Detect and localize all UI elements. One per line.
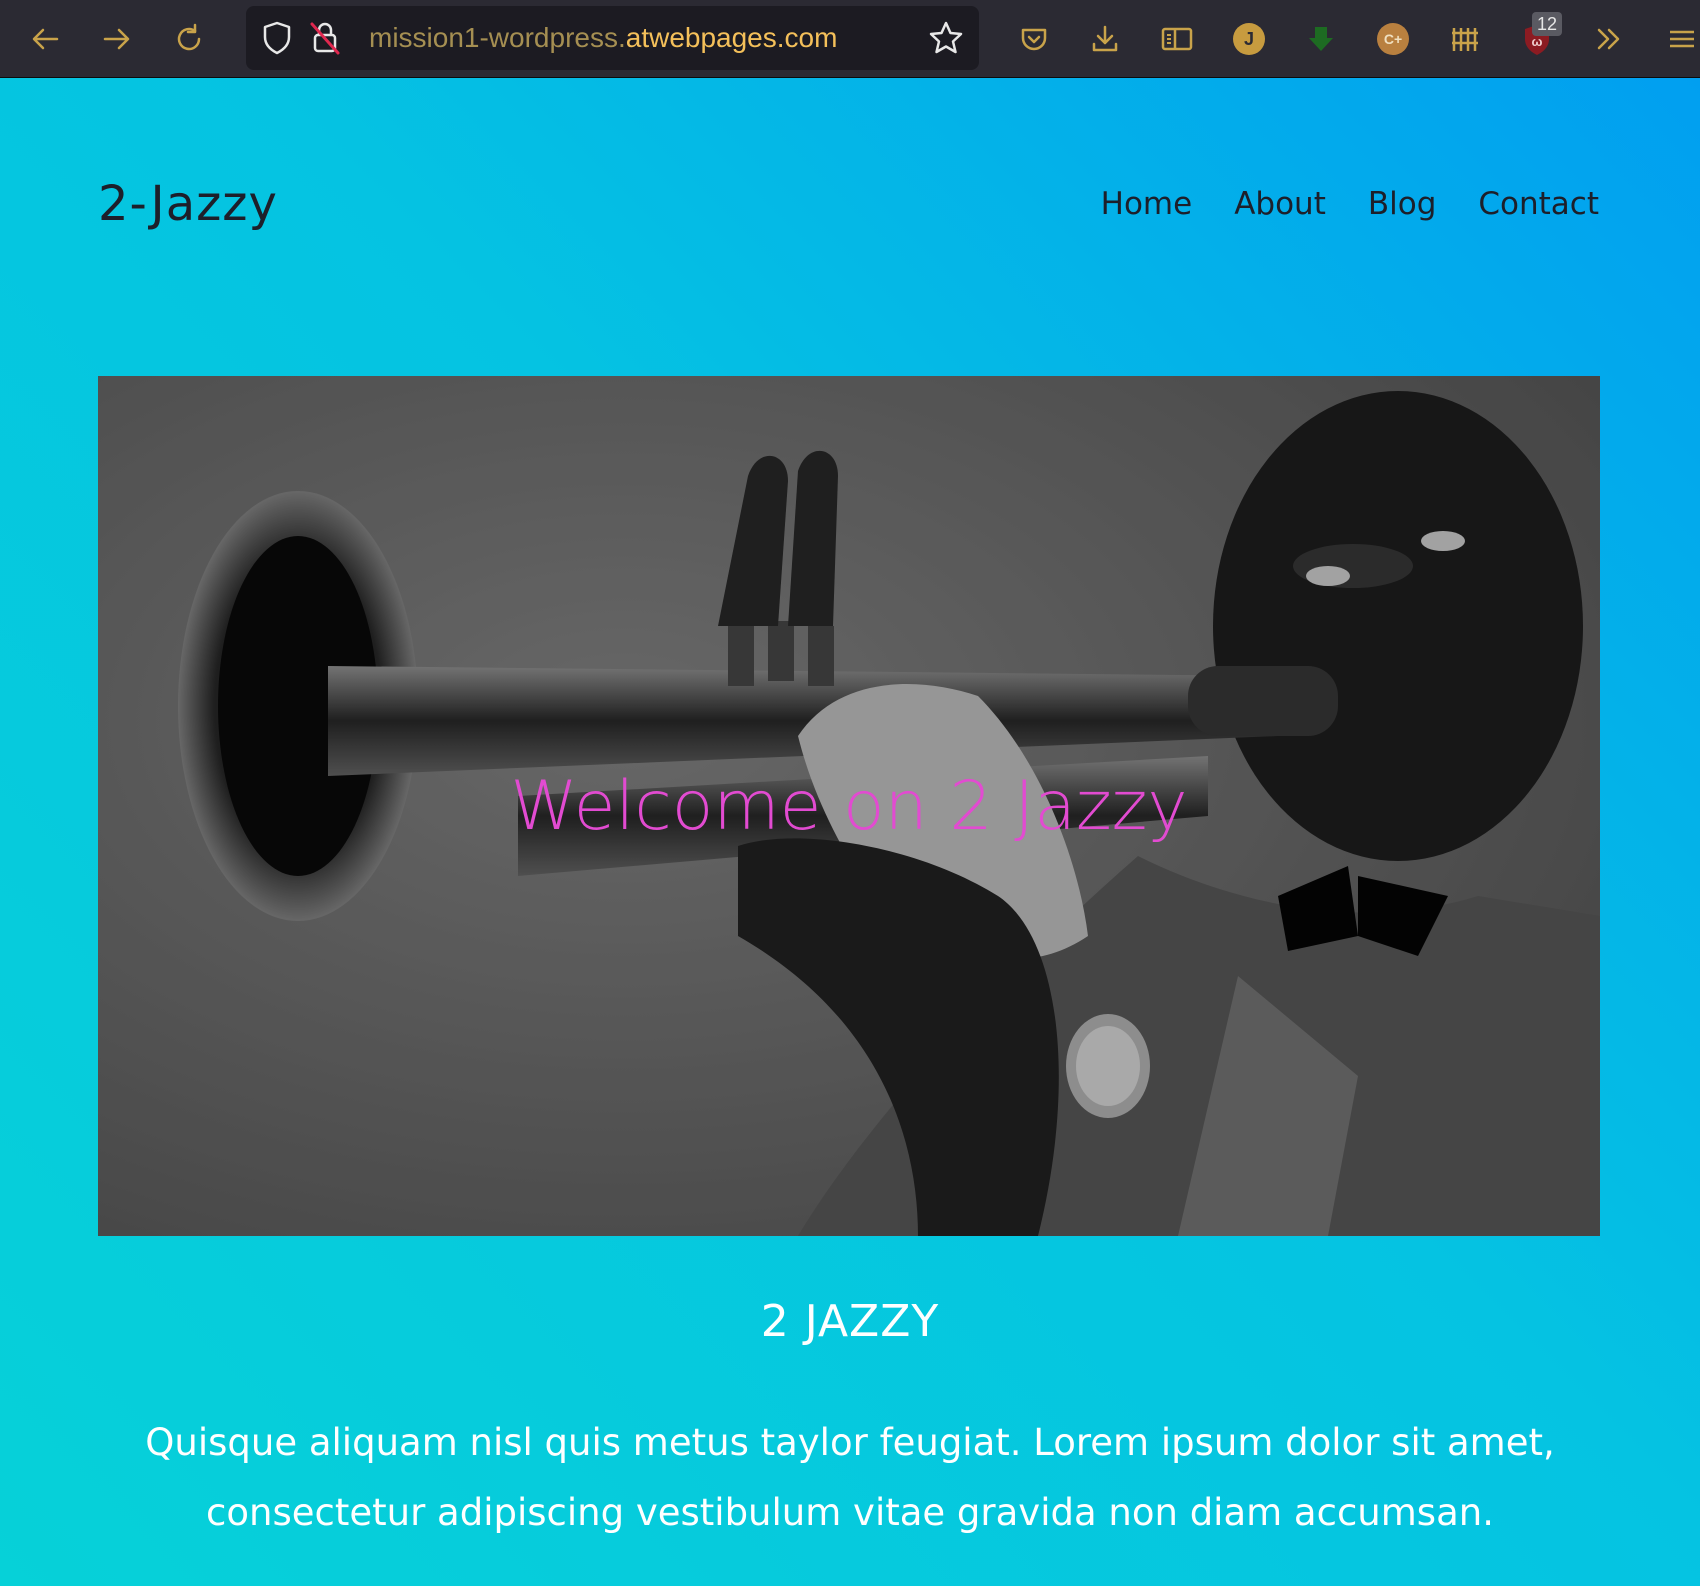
- ublock-count-badge: 12: [1532, 12, 1562, 36]
- url-text[interactable]: mission1-wordpress.atwebpages.com: [369, 6, 837, 70]
- hero-cover: Welcome on 2 Jazzy: [98, 376, 1600, 1236]
- svg-text:ω: ω: [1532, 34, 1543, 49]
- double-chevron-right-icon: [1597, 28, 1620, 50]
- url-subdomain: mission1-wordpress.: [369, 22, 626, 53]
- browser-toolbar: mission1-wordpress.atwebpages.com J C+ ω…: [0, 0, 1700, 78]
- more-tools-button[interactable]: [1586, 16, 1632, 62]
- reload-button[interactable]: [166, 16, 212, 62]
- arrow-left-icon: [32, 28, 59, 50]
- nav-about[interactable]: About: [1234, 186, 1326, 222]
- bookmark-star-icon[interactable]: [928, 20, 964, 60]
- extension-download-button[interactable]: [1298, 16, 1344, 62]
- shield-icon[interactable]: [260, 20, 294, 60]
- nav-home[interactable]: Home: [1101, 186, 1193, 222]
- hamburger-menu-icon: [1670, 30, 1694, 48]
- reader-view-button[interactable]: [1154, 16, 1200, 62]
- extension-grid-button[interactable]: [1442, 16, 1488, 62]
- section-paragraph: Quisque aliquam nisl quis metus taylor f…: [145, 1421, 1555, 1534]
- profile-button[interactable]: J: [1226, 16, 1272, 62]
- reload-icon: [177, 23, 201, 51]
- forward-button[interactable]: [94, 16, 140, 62]
- page-content: 2-Jazzy Home About Blog Contact Welcome …: [0, 78, 1700, 1586]
- nav-blog[interactable]: Blog: [1368, 186, 1437, 222]
- pocket-button[interactable]: [1011, 16, 1057, 62]
- profile-avatar: J: [1233, 23, 1265, 55]
- arrow-right-icon: [103, 28, 130, 50]
- extension-cplus-button[interactable]: C+: [1370, 16, 1416, 62]
- app-menu-button[interactable]: [1658, 16, 1700, 62]
- pocket-icon: [1021, 28, 1047, 51]
- nav-contact[interactable]: Contact: [1478, 186, 1599, 222]
- grid-bars-icon: [1452, 28, 1478, 51]
- cplus-icon: C+: [1377, 23, 1409, 55]
- url-domain: atwebpages.com: [625, 22, 838, 53]
- hero-heading: Welcome on 2 Jazzy: [510, 766, 1188, 846]
- download-icon: [1092, 25, 1118, 52]
- green-arrow-down-icon: [1309, 27, 1333, 51]
- back-button[interactable]: [22, 16, 68, 62]
- insecure-lock-icon[interactable]: [308, 20, 342, 60]
- downloads-button[interactable]: [1082, 16, 1128, 62]
- address-bar[interactable]: mission1-wordpress.atwebpages.com: [246, 6, 979, 70]
- site-title[interactable]: 2-Jazzy: [98, 176, 278, 232]
- section-heading: 2 JAZZY: [760, 1296, 940, 1347]
- main-nav: Home About Blog Contact: [1101, 186, 1599, 222]
- sidebar-icon: [1161, 27, 1193, 51]
